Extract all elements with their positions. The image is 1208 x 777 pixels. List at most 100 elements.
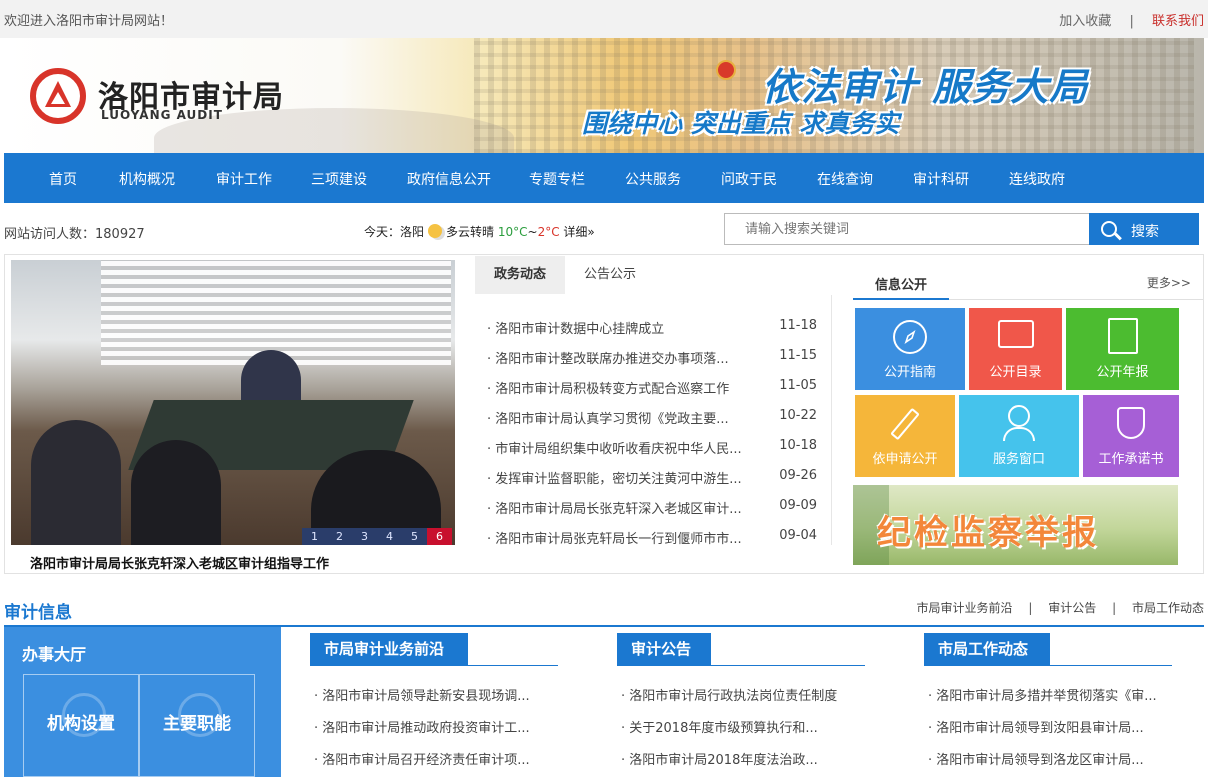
list-item[interactable]: · 洛阳市审计局多措并举贯彻落实《审... bbox=[928, 685, 1174, 704]
news-slider-image[interactable] bbox=[11, 260, 455, 545]
nav-item-public-service[interactable]: 公共服务 bbox=[625, 169, 681, 189]
tab-announcements[interactable]: 公告公示 bbox=[565, 256, 655, 294]
monitor-icon bbox=[997, 320, 1034, 348]
report-banner-text: 纪检监察举报 bbox=[877, 513, 1099, 553]
person-body-icon bbox=[1003, 427, 1035, 441]
news-item[interactable]: · 洛阳市审计局积极转变方式配合巡察工作 11-05 bbox=[487, 378, 817, 398]
tab-government-news[interactable]: 政务动态 bbox=[475, 256, 565, 294]
hall-box-label: 主要职能 bbox=[163, 714, 231, 734]
news-item[interactable]: · 洛阳市审计局张克轩局长一行到偃师市市... 09-04 bbox=[487, 528, 817, 548]
list-item[interactable]: · 洛阳市审计局领导赴新安县现场调... bbox=[314, 685, 560, 704]
news-title: · 洛阳市审计整改联席办推进交办事项落... bbox=[487, 352, 729, 367]
link-separator: | bbox=[1112, 601, 1117, 615]
person-icon bbox=[1008, 405, 1030, 427]
audit-info-links: 市局审计业务前沿 | 审计公告 | 市局工作动态 bbox=[917, 599, 1204, 616]
news-title: · 发挥审计监督职能，密切关注黄河中游生... bbox=[487, 472, 742, 487]
link-audit-announcement[interactable]: 审计公告 bbox=[1048, 601, 1096, 615]
nav-item-organization[interactable]: 机构概况 bbox=[119, 169, 175, 189]
shield-icon bbox=[1117, 407, 1145, 439]
column-underline bbox=[924, 665, 1172, 666]
slider-page-1[interactable]: 1 bbox=[302, 528, 327, 545]
tile-work-pledge[interactable]: 工作承诺书 bbox=[1083, 395, 1179, 477]
weather-location: 今天：洛阳 bbox=[364, 225, 425, 239]
news-date: 09-26 bbox=[779, 468, 817, 483]
column-heading[interactable]: 市局审计业务前沿 bbox=[310, 633, 468, 665]
column-heading[interactable]: 市局工作动态 bbox=[924, 633, 1050, 665]
list-item[interactable]: · 洛阳市审计局领导到洛龙区审计局... bbox=[928, 749, 1174, 768]
news-title: · 洛阳市审计数据中心挂牌成立 bbox=[487, 322, 665, 337]
pencil-icon bbox=[890, 407, 920, 441]
main-nav: 首页 机构概况 审计工作 三项建设 政府信息公开 专题专栏 公共服务 问政于民 … bbox=[4, 153, 1204, 203]
column-divider bbox=[831, 295, 832, 545]
temp-high: 2°C bbox=[537, 225, 560, 239]
nav-item-three-constructions[interactable]: 三项建设 bbox=[311, 169, 367, 189]
slider-page-4[interactable]: 4 bbox=[377, 528, 402, 545]
list-item[interactable]: · 洛阳市审计局召开经济责任审计项... bbox=[314, 749, 560, 768]
weather-desc: 多云转晴 bbox=[446, 225, 495, 239]
visitor-count: 网站访问人数：180927 bbox=[4, 227, 145, 242]
nav-item-ask-people[interactable]: 问政于民 bbox=[721, 169, 777, 189]
slider-page-6[interactable]: 6 bbox=[427, 528, 452, 545]
list-item[interactable]: · 洛阳市审计局领导到汝阳县审计局... bbox=[928, 717, 1174, 736]
hall-organization-button[interactable]: 机构设置 bbox=[23, 674, 139, 777]
news-title: · 市审计局组织集中收听收看庆祝中华人民... bbox=[487, 442, 742, 457]
column-heading[interactable]: 审计公告 bbox=[617, 633, 711, 665]
nav-item-online-query[interactable]: 在线查询 bbox=[817, 169, 873, 189]
news-item[interactable]: · 市审计局组织集中收听收看庆祝中华人民... 10-18 bbox=[487, 438, 817, 458]
news-tabs: 政务动态 公告公示 bbox=[475, 256, 831, 294]
list-item[interactable]: · 洛阳市审计局推动政府投资审计工... bbox=[314, 717, 560, 736]
nav-item-gov-links[interactable]: 连线政府 bbox=[1009, 169, 1065, 189]
tile-apply-disclosure[interactable]: 依申请公开 bbox=[855, 395, 955, 477]
nav-item-audit-research[interactable]: 审计科研 bbox=[913, 169, 969, 189]
tile-disclosure-guide[interactable]: 公开指南 bbox=[855, 308, 965, 390]
news-item[interactable]: · 洛阳市审计整改联席办推进交办事项落... 11-15 bbox=[487, 348, 817, 368]
contact-us-link[interactable]: 联系我们 bbox=[1152, 14, 1204, 29]
audit-logo-icon[interactable] bbox=[30, 68, 86, 124]
tile-label: 依申请公开 bbox=[872, 452, 938, 467]
tile-annual-report[interactable]: 公开年报 bbox=[1066, 308, 1179, 390]
column-underline bbox=[617, 665, 865, 666]
top-bar: 欢迎进入洛阳市审计局网站！ 加入收藏 | 联系我们 bbox=[0, 0, 1208, 38]
link-business-frontier[interactable]: 市局审计业务前沿 bbox=[917, 601, 1013, 615]
list-item[interactable]: · 洛阳市审计局行政执法岗位责任制度 bbox=[621, 685, 867, 704]
temp-low: 10°C bbox=[497, 225, 528, 239]
slider-page-2[interactable]: 2 bbox=[327, 528, 352, 545]
news-item[interactable]: · 洛阳市审计局局长张克轩深入老城区审计... 09-09 bbox=[487, 498, 817, 518]
tile-service-window[interactable]: 服务窗口 bbox=[959, 395, 1079, 477]
weather-detail-link[interactable]: 详细» bbox=[563, 225, 594, 239]
slider-caption[interactable]: 洛阳市审计局局长张克轩深入老城区审计组指导工作 bbox=[30, 553, 329, 572]
column-underline bbox=[310, 665, 558, 666]
link-work-news[interactable]: 市局工作动态 bbox=[1132, 601, 1204, 615]
tile-label: 工作承诺书 bbox=[1098, 452, 1164, 467]
news-item[interactable]: · 洛阳市审计数据中心挂牌成立 11-18 bbox=[487, 318, 817, 338]
header-banner: 洛阳市审计局 LUOYANG AUDIT 依法审计 服务大局 围绕中心 突出重点… bbox=[4, 38, 1204, 153]
discipline-report-banner[interactable]: 纪检监察举报 bbox=[853, 485, 1178, 565]
service-hall: 办事大厅 机构设置 主要职能 bbox=[4, 627, 281, 777]
news-title: · 洛阳市审计局认真学习贯彻《党政主要... bbox=[487, 412, 729, 427]
add-favorite-link[interactable]: 加入收藏 bbox=[1059, 14, 1111, 29]
list-item[interactable]: · 关于2018年度市级预算执行和... bbox=[621, 717, 867, 736]
nav-item-special-topics[interactable]: 专题专栏 bbox=[529, 169, 585, 189]
nav-item-gov-info[interactable]: 政府信息公开 bbox=[407, 169, 491, 189]
tile-disclosure-catalog[interactable]: 公开目录 bbox=[969, 308, 1062, 390]
link-separator: | bbox=[1028, 601, 1033, 615]
search-input[interactable] bbox=[725, 214, 1090, 244]
nav-item-audit-work[interactable]: 审计工作 bbox=[216, 169, 272, 189]
slider-page-3[interactable]: 3 bbox=[352, 528, 377, 545]
slogan-sub: 围绕中心 突出重点 求真务实 bbox=[582, 109, 900, 138]
news-item[interactable]: · 发挥审计监督职能，密切关注黄河中游生... 09-26 bbox=[487, 468, 817, 488]
slider-page-5[interactable]: 5 bbox=[402, 528, 427, 545]
news-item[interactable]: · 洛阳市审计局认真学习贯彻《党政主要... 10-22 bbox=[487, 408, 817, 428]
audit-info-title: 审计信息 bbox=[4, 603, 72, 623]
site-name-english: LUOYANG AUDIT bbox=[101, 108, 223, 122]
tile-label: 公开年报 bbox=[1096, 365, 1149, 380]
hall-functions-button[interactable]: 主要职能 bbox=[139, 674, 255, 777]
search-box bbox=[724, 213, 1090, 245]
news-date: 11-15 bbox=[779, 348, 817, 363]
info-open-title[interactable]: 信息公开 bbox=[853, 274, 949, 300]
search-button[interactable]: 搜索 bbox=[1089, 213, 1199, 245]
search-icon bbox=[1101, 221, 1117, 237]
info-open-more-link[interactable]: 更多>> bbox=[1147, 274, 1191, 291]
list-item[interactable]: · 洛阳市审计局2018年度法治政... bbox=[621, 749, 867, 768]
nav-item-home[interactable]: 首页 bbox=[49, 169, 77, 189]
